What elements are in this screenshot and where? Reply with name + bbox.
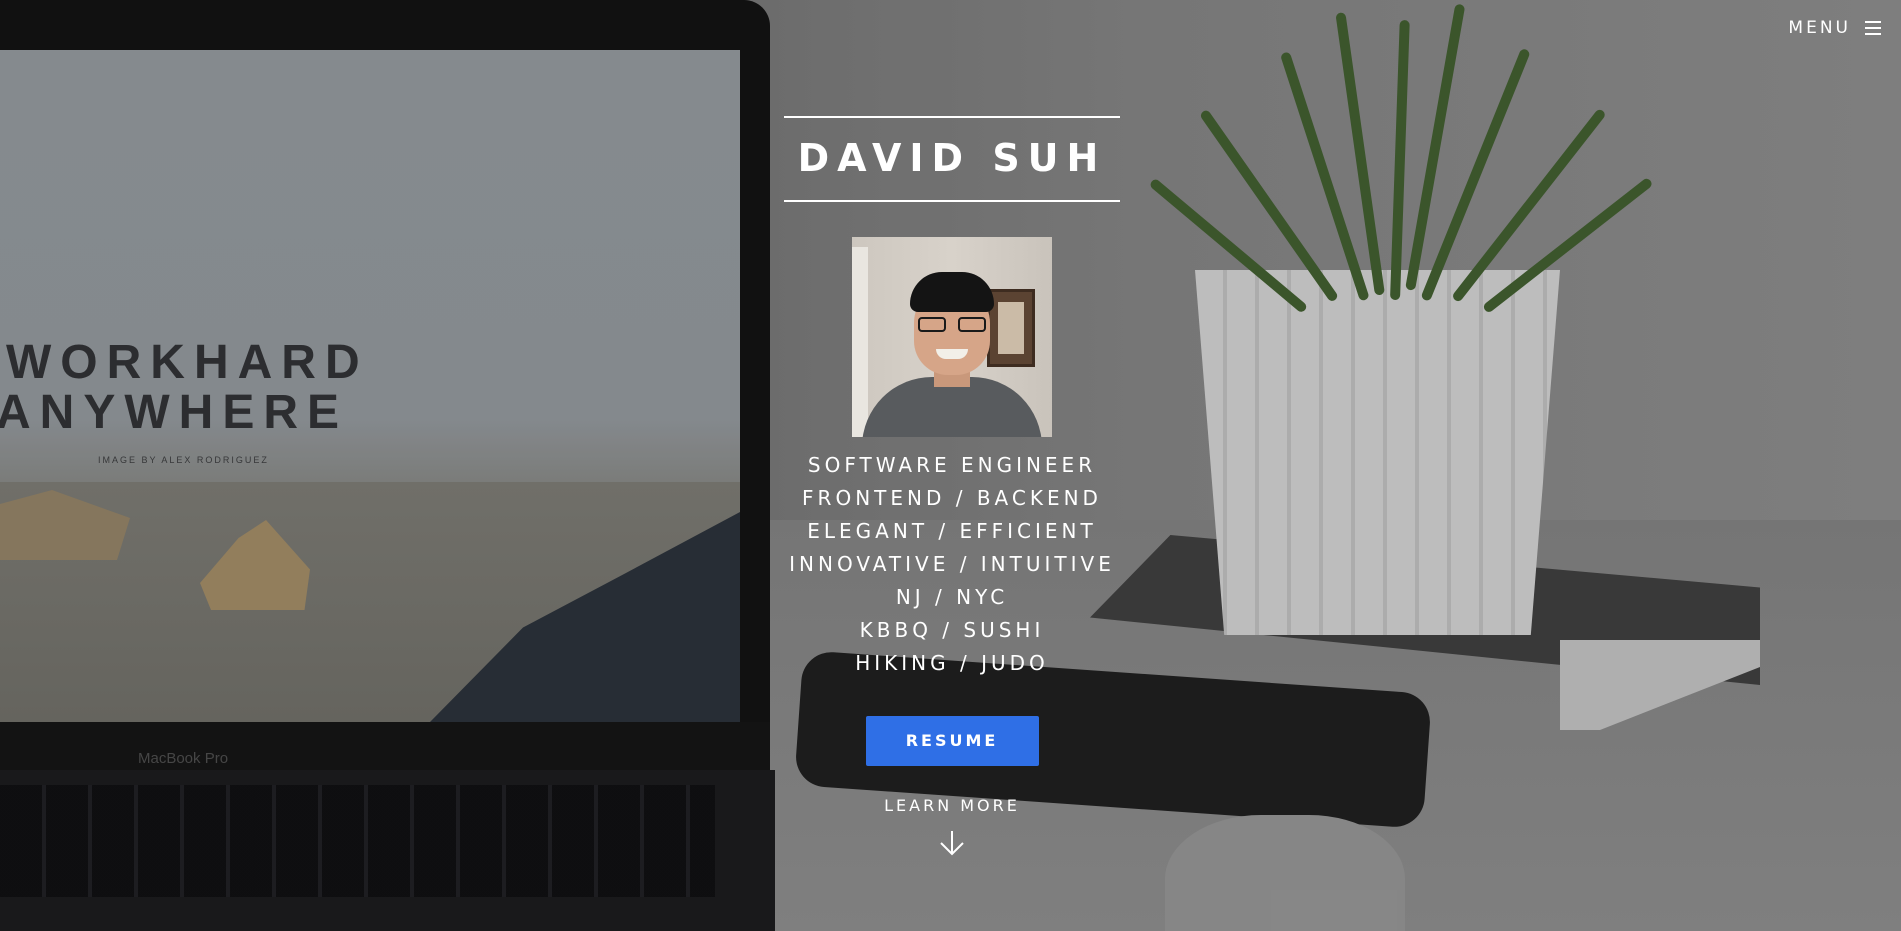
tagline: SOFTWARE ENGINEER	[807, 453, 1097, 477]
learn-more-link[interactable]: LEARN MORE	[784, 796, 1120, 815]
hamburger-icon	[1865, 21, 1881, 35]
resume-button[interactable]: RESUME	[865, 716, 1039, 766]
tagline: NJ / NYC	[895, 585, 1009, 609]
tagline: FRONTEND / BACKEND	[802, 486, 1102, 510]
tagline: KBBQ / SUSHI	[859, 618, 1045, 642]
menu-button[interactable]: MENU	[1788, 18, 1881, 38]
tagline-list: SOFTWARE ENGINEER FRONTEND / BACKEND ELE…	[784, 449, 1120, 680]
page-title: DAVID SUH	[797, 136, 1107, 180]
avatar	[852, 237, 1052, 437]
glasses	[918, 317, 986, 333]
tagline: HIKING / JUDO	[855, 651, 1049, 675]
picture-frame	[987, 289, 1035, 367]
menu-label: MENU	[1788, 18, 1851, 38]
arrow-down-icon[interactable]	[938, 829, 966, 857]
hero-section: DAVID SUH SOFTWARE ENGINEER FRONTEND / B…	[784, 116, 1120, 857]
tagline: INNOVATIVE / INTUITIVE	[789, 552, 1115, 576]
title-rule-bottom	[784, 200, 1120, 202]
tagline: ELEGANT / EFFICIENT	[807, 519, 1097, 543]
